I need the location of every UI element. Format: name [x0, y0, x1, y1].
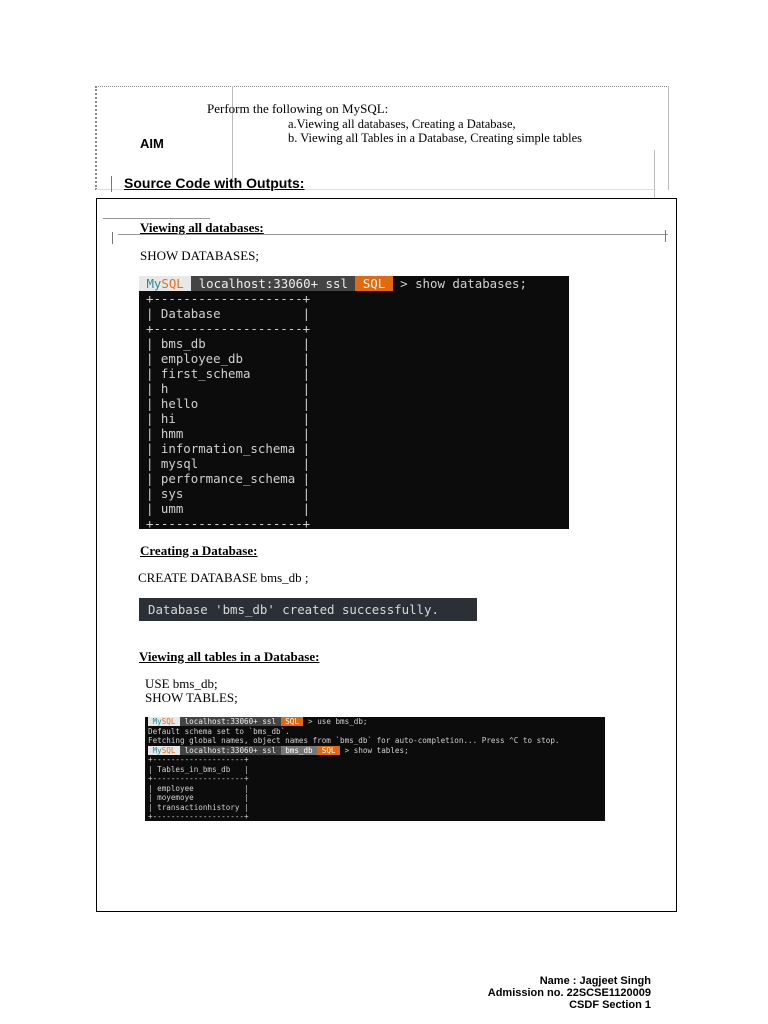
divider	[654, 150, 655, 198]
output-line: | Database |	[146, 306, 311, 321]
prompt-line: MySQL localhost:33060+ ssl SQL > show da…	[139, 276, 569, 291]
db-badge: bms_db	[280, 745, 318, 755]
prompt-line: MySQL localhost:33060+ ssl bms_db SQL > …	[148, 745, 605, 756]
output-line: +--------------------+	[148, 755, 249, 764]
output-line: +--------------------+	[146, 291, 311, 306]
aim-item: b. Viewing all Tables in a Database, Cre…	[288, 131, 583, 145]
output-line: | umm |	[146, 501, 311, 516]
host-badge: localhost:33060+ ssl	[180, 745, 281, 755]
output-line: | sys |	[146, 486, 311, 501]
output-line: | employee_db |	[146, 351, 311, 366]
section-heading: Viewing all tables in a Database:	[139, 649, 320, 664]
mysql-badge: MySQL	[148, 717, 181, 726]
output-line: | Tables_in_bms_db |	[148, 764, 249, 774]
student-name: Name : Jagjeet Singh	[539, 975, 651, 987]
output-line: +--------------------+	[148, 812, 249, 821]
sql-mode-badge: SQL	[317, 745, 341, 755]
output-line: +--------------------+	[148, 774, 249, 783]
output-line: | h |	[146, 381, 311, 396]
output-line: | hi |	[146, 411, 311, 426]
output-line: +--------------------+	[146, 516, 311, 529]
command: > show databases;	[392, 276, 527, 291]
section: CSDF Section 1	[569, 999, 651, 1011]
terminal-show-databases: MySQL localhost:33060+ ssl SQL > show da…	[139, 276, 569, 529]
aim-label: AIM	[140, 136, 164, 151]
divider	[112, 232, 113, 244]
divider	[111, 176, 112, 192]
command: > show tables;	[340, 745, 409, 755]
sql-mode-badge: SQL	[280, 717, 304, 726]
output-line: | transactionhistory |	[148, 802, 249, 812]
section-heading: Viewing all databases:	[140, 220, 264, 235]
output-line: Fetching global names, object names from…	[148, 736, 560, 745]
code-block: USE bms_db; SHOW TABLES;	[145, 677, 238, 705]
output-line: | bms_db |	[146, 336, 311, 351]
output-line: | first_schema |	[146, 366, 311, 381]
aim-item: a.Viewing all databases, Creating a Data…	[288, 117, 516, 131]
code-line: USE bms_db;	[145, 676, 218, 691]
divider	[665, 230, 666, 242]
admission-number: Admission no. 22SCSE1120009	[487, 987, 651, 999]
output-line: | hmm |	[146, 426, 311, 441]
mysql-badge: MySQL	[139, 276, 192, 291]
footer: Name : Jagjeet Singh Admission no. 22SCS…	[488, 975, 651, 1011]
divider	[668, 86, 669, 190]
output-line: | mysql |	[146, 456, 311, 471]
mysql-badge: MySQL	[148, 745, 181, 755]
aim-intro: Perform the following on MySQL:	[207, 101, 389, 116]
divider	[103, 218, 210, 219]
host-badge: localhost:33060+ ssl	[180, 717, 281, 726]
code-line: CREATE DATABASE bms_db ;	[138, 570, 309, 585]
command: > use bms_db;	[303, 717, 368, 726]
sql-mode-badge: SQL	[355, 276, 393, 291]
output-line: | hello |	[146, 396, 311, 411]
host-badge: localhost:33060+ ssl	[191, 276, 356, 291]
source-heading: Source Code with Outputs:	[124, 175, 305, 191]
output-line: Default schema set to `bms_db`.	[148, 726, 290, 736]
section-heading: Creating a Database:	[140, 543, 258, 558]
output-line: +--------------------+	[146, 321, 311, 336]
terminal-show-tables: MySQL localhost:33060+ ssl SQL > use bms…	[145, 717, 605, 821]
create-db-output: Database 'bms_db' created successfully.	[139, 598, 477, 621]
prompt-line: MySQL localhost:33060+ ssl SQL > use bms…	[148, 717, 605, 727]
output-line: | employee |	[148, 783, 249, 793]
output-line: | performance_schema |	[146, 471, 311, 486]
code-line: SHOW DATABASES;	[140, 248, 259, 263]
code-line: SHOW TABLES;	[145, 690, 238, 705]
output-line: | information_schema |	[146, 441, 311, 456]
aim-items: a.Viewing all databases, Creating a Data…	[288, 117, 582, 145]
output-line: | moyemoye |	[148, 793, 249, 802]
